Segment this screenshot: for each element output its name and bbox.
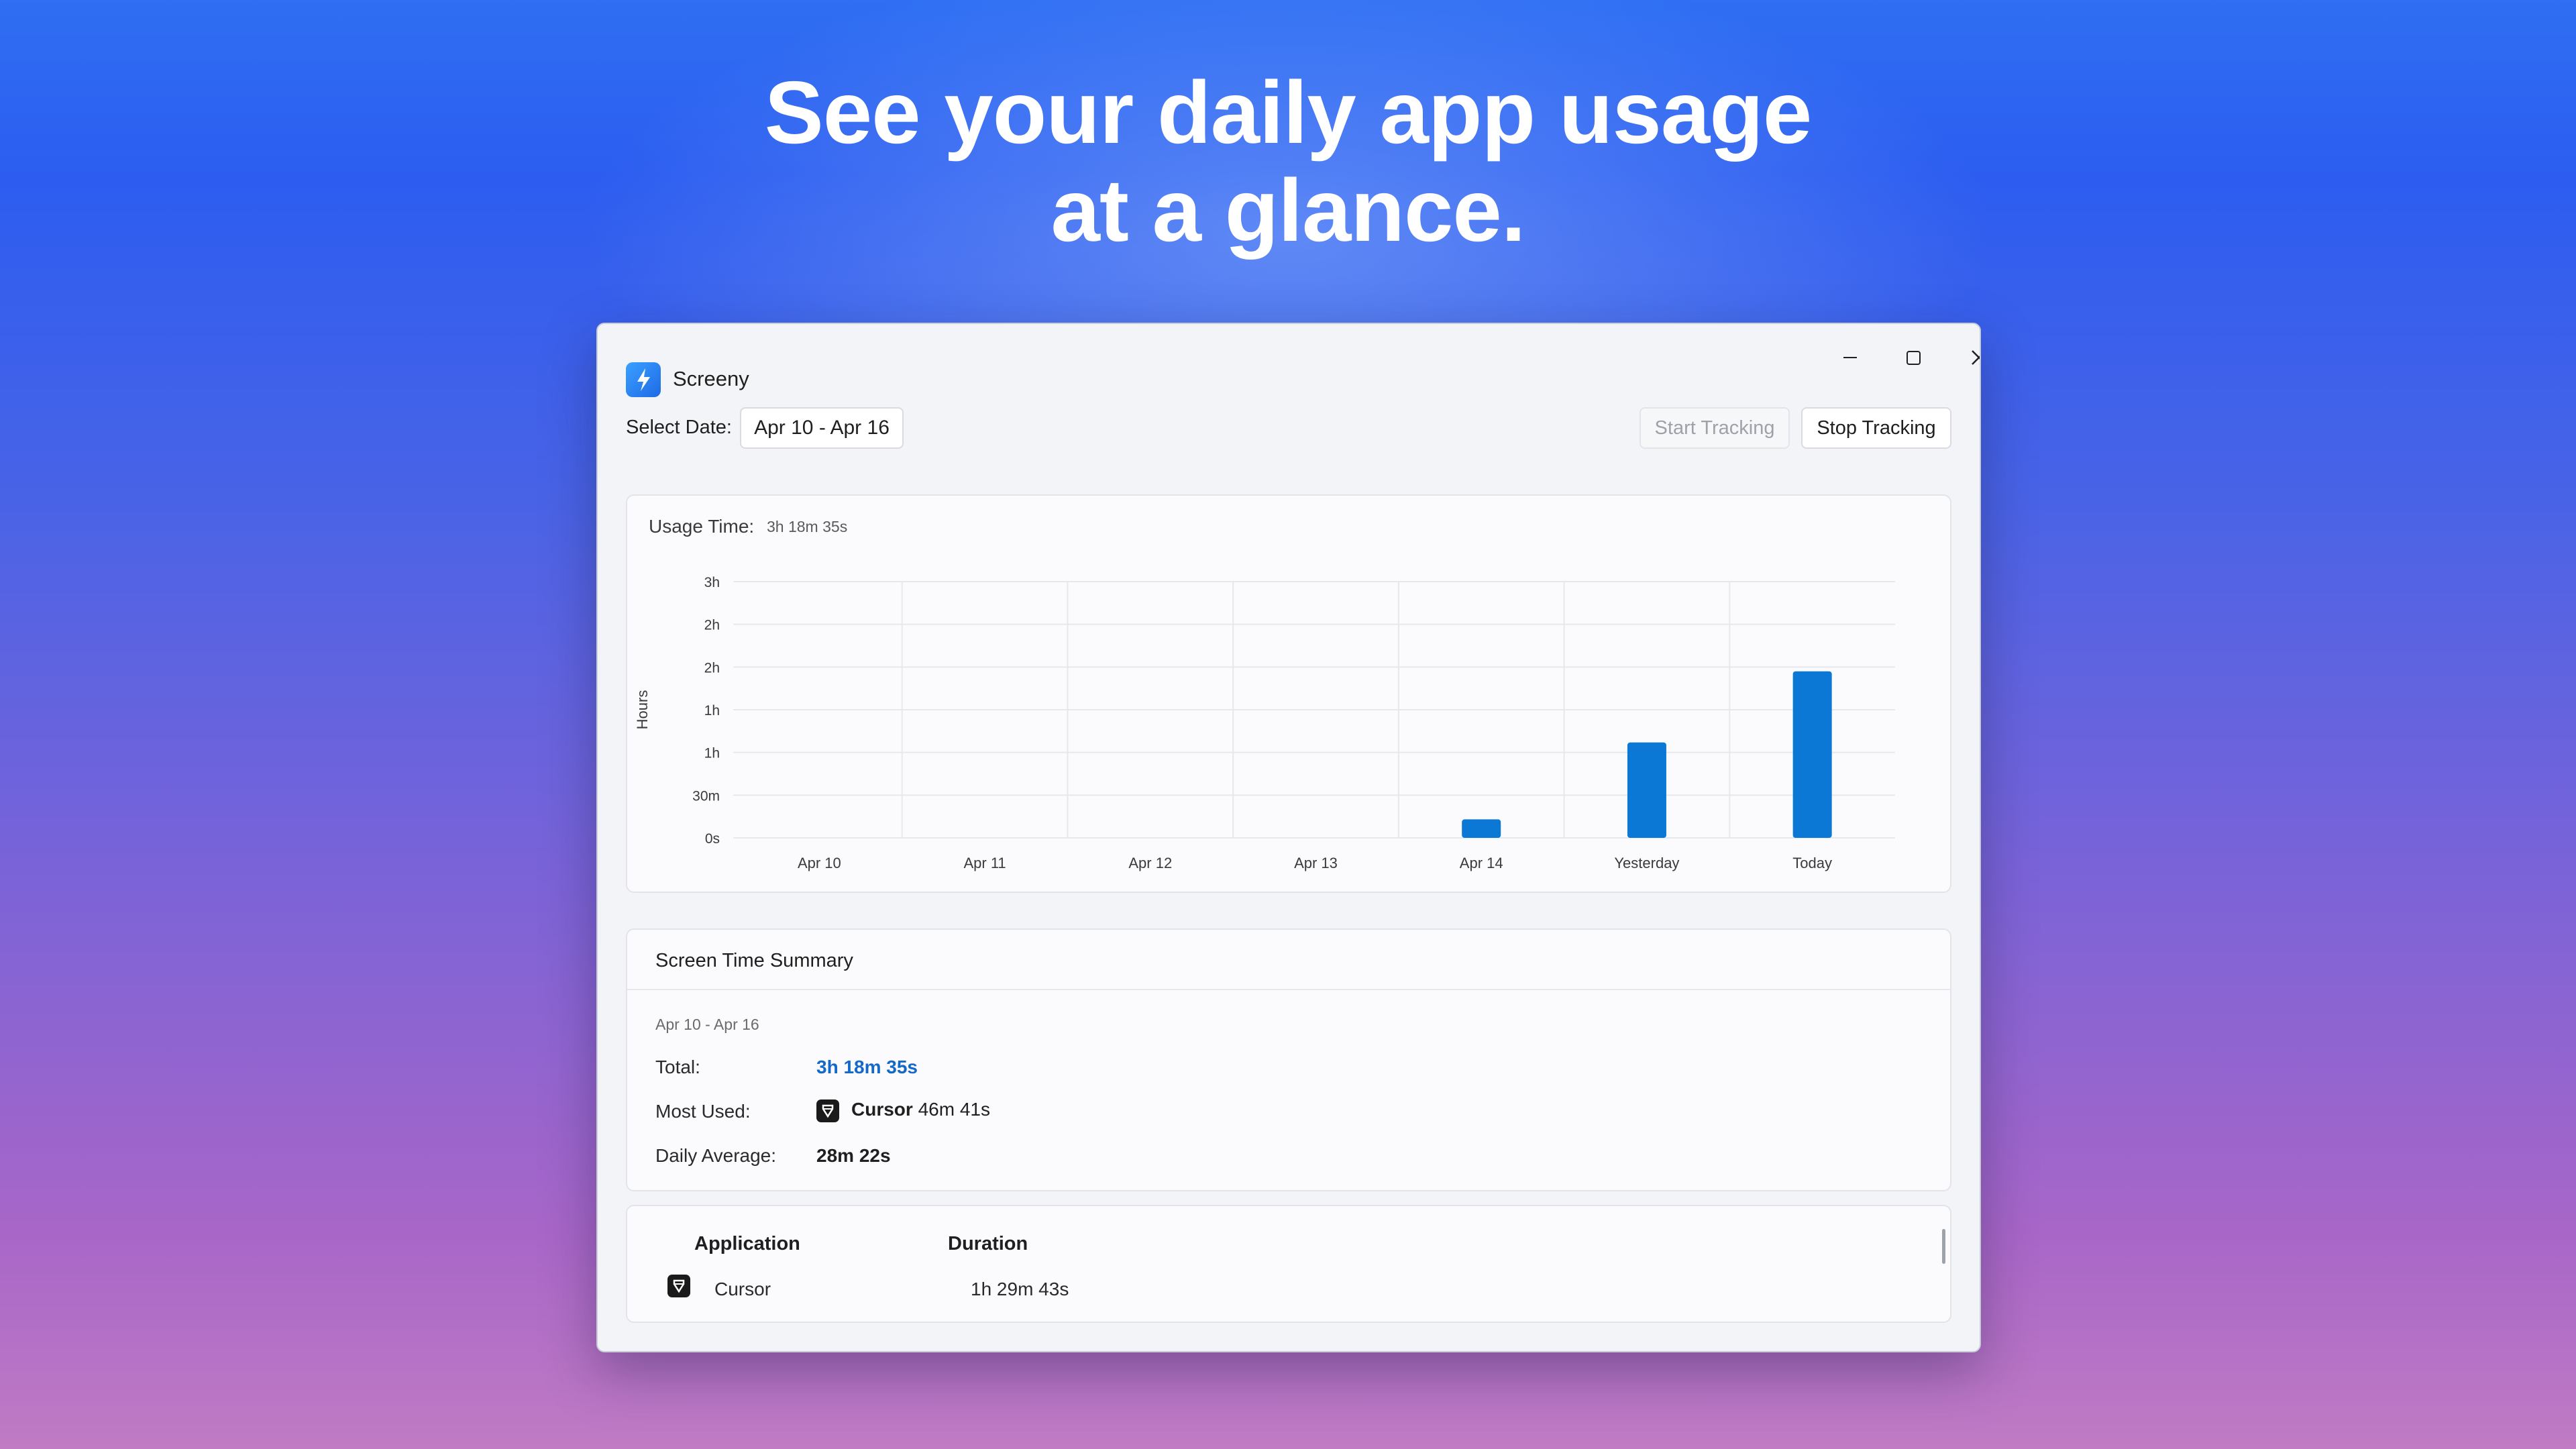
summary-title: Screen Time Summary [655,950,853,971]
y-tick-label: 1h [704,703,720,718]
total-label: Total: [655,1057,700,1077]
bar-today [1792,671,1832,838]
y-tick-label: 1h [704,746,720,761]
date-range-picker[interactable]: Apr 10 - Apr 16 [740,407,904,449]
headline: See your daily app usage at a glance. [0,64,2576,260]
most-used-app: Cursor [851,1099,913,1120]
y-tick-label: 3h [704,575,720,590]
headline-line-2: at a glance. [1051,161,1526,260]
x-tick-label: Apr 11 [963,855,1006,871]
most-used-label: Most Used: [655,1101,751,1122]
cursor-app-icon [816,1099,839,1122]
x-tick-label: Apr 12 [1128,855,1172,871]
column-header-application[interactable]: Application [694,1233,800,1255]
minimize-icon[interactable] [1826,337,1873,378]
app-window: Screeny Select Date: Apr 10 - Apr 16 Sta… [596,323,1981,1352]
headline-line-1: See your daily app usage [764,63,1813,162]
bar-yesterday [1627,742,1666,838]
most-used-time: 46m 41s [918,1099,990,1120]
summary-header: Screen Time Summary [627,930,1950,990]
x-tick-label: Apr 13 [1294,855,1338,871]
cursor-app-icon [667,1275,690,1297]
maximize-icon[interactable] [1890,337,1937,378]
y-tick-label: 2h [704,618,720,633]
column-header-duration[interactable]: Duration [948,1233,1028,1255]
select-date-label: Select Date: [626,417,732,438]
app-logo-icon [626,362,661,397]
daily-average-label: Daily Average: [655,1145,777,1166]
table-scrollbar[interactable] [1942,1229,1945,1264]
y-axis-title: Hours [634,690,651,730]
usage-bar-chart: 0s 30m 1h 1h 2h 2h 3h Hours Apr 10 Apr 11 Apr 12 Ap… [634,575,1895,871]
row-app-name: Cursor [714,1279,771,1299]
usage-chart-card: Usage Time: 3h 18m 35s 0s 30m 1h 1h 2h 2h 3h Ho… [626,494,1951,893]
x-tick-label: Yesterday [1614,855,1679,871]
screen-time-summary-card: Screen Time Summary Apr 10 - Apr 16 Tota… [626,928,1951,1191]
daily-average-value: 28m 22s [816,1145,891,1166]
total-value: 3h 18m 35s [816,1057,918,1077]
bar-apr-14 [1462,819,1501,838]
summary-date-range: Apr 10 - Apr 16 [655,1016,759,1033]
x-tick-label: Today [1792,855,1832,871]
most-used-value: Cursor 46m 41s [816,1099,990,1122]
start-tracking-button[interactable]: Start Tracking [1640,407,1790,449]
app-usage-table: Application Duration Cursor 1h 29m 43s [626,1205,1951,1323]
y-tick-label: 30m [692,788,720,804]
app-title: Screeny [673,367,749,390]
y-tick-label: 0s [705,831,720,847]
y-tick-label: 2h [704,660,720,676]
row-duration: 1h 29m 43s [971,1279,1069,1299]
close-icon[interactable] [1955,337,1980,378]
stop-tracking-button[interactable]: Stop Tracking [1801,407,1951,449]
x-tick-label: Apr 10 [798,855,841,871]
x-tick-label: Apr 14 [1460,855,1503,871]
